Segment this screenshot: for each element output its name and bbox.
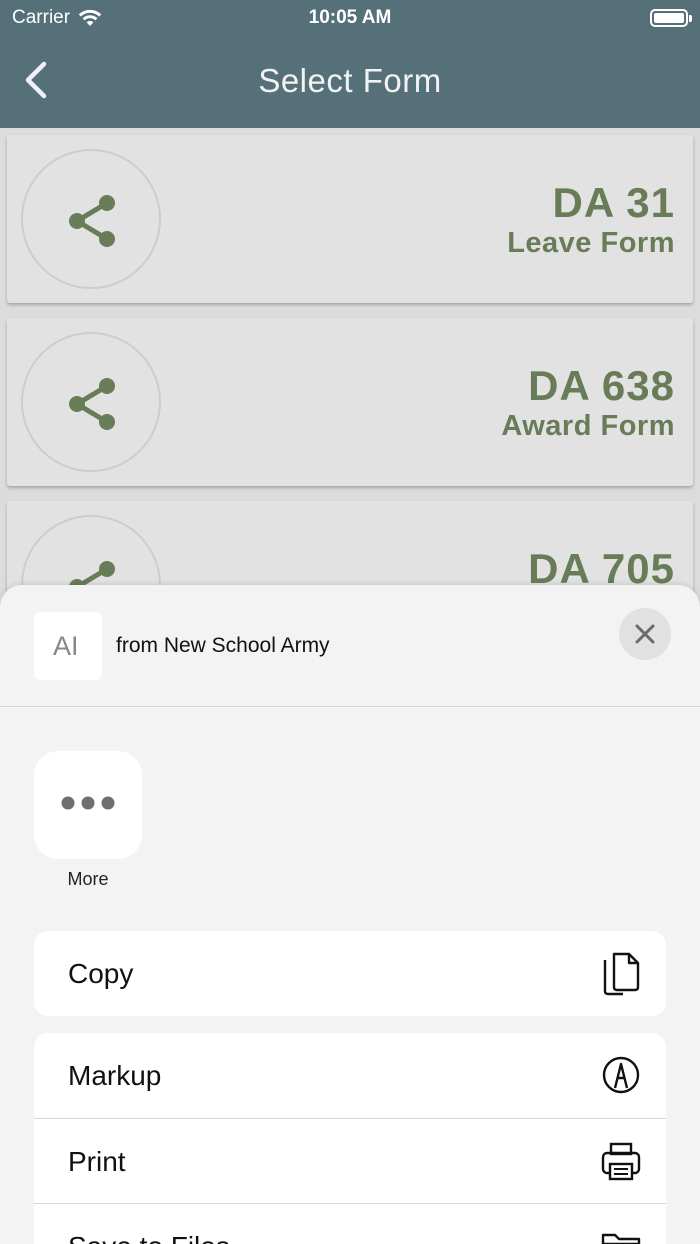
action-label: Markup [68, 1060, 162, 1091]
form-card-da-638[interactable]: DA 638 Award Form [7, 318, 693, 486]
share-icon [69, 378, 115, 430]
more-button[interactable] [34, 751, 142, 859]
form-code: DA 638 [528, 362, 675, 409]
close-button[interactable] [619, 608, 671, 660]
print-action[interactable]: Print [34, 1118, 666, 1203]
divider [0, 706, 700, 707]
copy-action[interactable]: Copy [34, 931, 666, 1016]
copy-icon [603, 952, 640, 996]
form-code: DA 31 [552, 179, 675, 226]
action-label: Save to Files [68, 1231, 230, 1244]
print-icon [601, 1142, 641, 1181]
form-name: Award Form [501, 410, 675, 442]
more-label: More [67, 869, 109, 889]
markup-action[interactable]: Markup [34, 1033, 666, 1118]
share-source-label: from New School Army [116, 634, 330, 657]
page-title: Select Form [258, 62, 442, 99]
navigation-bar: Carrier 10:05 AM Select Form [0, 0, 700, 128]
action-label: Copy [68, 958, 134, 989]
form-card-da-31[interactable]: DA 31 Leave Form [7, 135, 693, 303]
share-icon [69, 195, 115, 247]
share-button[interactable] [21, 149, 161, 289]
folder-icon [601, 1233, 641, 1244]
close-icon [635, 624, 655, 644]
action-label: Print [68, 1146, 126, 1177]
more-icon [61, 796, 115, 810]
content-thumbnail: AI [34, 612, 102, 680]
save-to-files-action[interactable]: Save to Files [34, 1203, 666, 1244]
form-name: Leave Form [507, 227, 675, 259]
status-bar: Carrier 10:05 AM [0, 0, 700, 36]
share-sheet: AI from New School Army More Copy Markup [0, 585, 700, 1244]
action-group-primary: Copy [34, 931, 666, 1016]
share-button[interactable] [21, 332, 161, 472]
markup-icon [602, 1056, 640, 1094]
battery-icon [650, 9, 692, 27]
text-document-icon: AI [53, 631, 79, 661]
status-time: 10:05 AM [308, 7, 392, 28]
action-group-secondary: Markup Print Save to Files [34, 1033, 666, 1244]
